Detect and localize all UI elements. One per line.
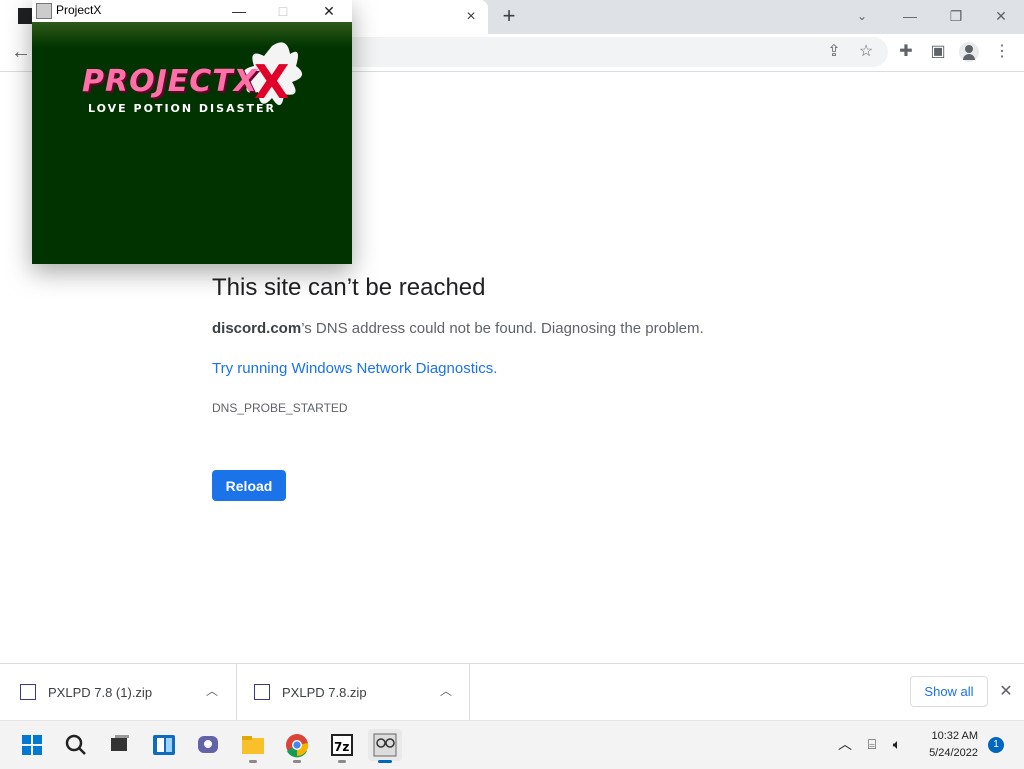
download-item[interactable]: PXLPD 7.8 (1).zip ︿ — [0, 664, 237, 721]
diagnostics-link[interactable]: Try running Windows Network Diagnostics — [212, 360, 493, 377]
projectx-window: ProjectX — □ ✕ X PROJECTX LOVE POTION DI… — [32, 0, 352, 264]
back-button[interactable]: ← — [10, 41, 32, 63]
diagnostics-line: Try running Windows Network Diagnostics. — [212, 360, 497, 377]
download-shelf: PXLPD 7.8 (1).zip ︿ PXLPD 7.8.zip ︿ Show… — [0, 663, 1024, 721]
tab-search-icon[interactable]: ⌄ — [852, 6, 872, 26]
notification-badge[interactable]: 1 — [988, 737, 1004, 753]
minimize-button[interactable]: — — [897, 4, 923, 28]
game-subtitle: LOVE POTION DISASTER — [88, 102, 276, 115]
download-filename: PXLPD 7.8 (1).zip — [48, 685, 153, 700]
download-item[interactable]: PXLPD 7.8.zip ︿ — [236, 664, 470, 721]
chevron-up-icon[interactable]: ︿ — [438, 683, 454, 699]
reload-button[interactable]: Reload — [212, 470, 286, 501]
chevron-up-icon[interactable]: ︿ — [836, 735, 854, 753]
restore-button[interactable]: ❐ — [943, 4, 969, 28]
active-indicator — [378, 760, 392, 763]
projectx-minimize-button[interactable]: — — [218, 0, 260, 22]
error-code: DNS_PROBE_STARTED — [212, 401, 348, 415]
projectx-game-canvas[interactable]: X PROJECTX LOVE POTION DISASTER — [32, 22, 352, 264]
chrome-icon[interactable] — [280, 729, 314, 763]
clock-time[interactable]: 10:32 AM — [912, 730, 978, 742]
start-icon[interactable] — [15, 729, 49, 761]
show-all-button[interactable]: Show all — [910, 676, 988, 707]
projectx-window-title: ProjectX — [56, 3, 102, 17]
star-icon[interactable]: ☆ — [856, 42, 876, 62]
close-window-button[interactable]: ✕ — [988, 4, 1014, 28]
projectx-close-button[interactable]: ✕ — [308, 0, 350, 22]
zip-file-icon — [254, 684, 270, 700]
extensions-icon[interactable]: ✚ — [896, 42, 916, 62]
tab-close-icon[interactable]: × — [461, 7, 481, 27]
svg-text:7z: 7z — [334, 740, 349, 754]
task-view-icon[interactable] — [102, 729, 136, 761]
svg-text:X: X — [254, 55, 289, 109]
menu-icon[interactable]: ⋮ — [992, 42, 1012, 62]
network-icon[interactable]: ⌸ — [863, 735, 881, 753]
widgets-icon[interactable] — [147, 729, 181, 761]
running-indicator — [293, 760, 301, 763]
download-filename: PXLPD 7.8.zip — [282, 685, 367, 700]
profile-icon[interactable] — [959, 42, 979, 62]
running-indicator — [249, 760, 257, 763]
game-logo: PROJECTX — [82, 64, 258, 99]
search-icon[interactable] — [59, 729, 93, 761]
zip-file-icon — [20, 684, 36, 700]
error-message-rest: ’s DNS address could not be found. Diagn… — [301, 320, 704, 337]
projectx-maximize-button: □ — [278, 3, 288, 19]
close-shelf-icon[interactable]: ✕ — [996, 682, 1016, 702]
chat-icon[interactable] — [191, 729, 225, 761]
projectx-app-icon — [36, 3, 52, 19]
taskbar: 7z ︿ ⌸ 🔈︎ 10:32 AM 5/24/2022 1 — [0, 720, 1024, 769]
volume-icon[interactable]: 🔈︎ — [888, 735, 906, 753]
error-domain: discord.com — [212, 320, 302, 337]
side-panel-icon[interactable]: ▣ — [928, 42, 948, 62]
projectx-icon[interactable] — [368, 729, 402, 763]
address-bar[interactable] — [340, 37, 888, 67]
clock-date[interactable]: 5/24/2022 — [912, 747, 978, 759]
error-title: This site can’t be reached — [212, 274, 486, 301]
running-indicator — [338, 760, 346, 763]
error-message: discord.com’s DNS address could not be f… — [212, 320, 704, 337]
share-icon[interactable]: ⇪ — [824, 42, 844, 62]
new-tab-button[interactable]: + — [498, 5, 520, 27]
file-explorer-icon[interactable] — [236, 729, 270, 763]
chevron-up-icon[interactable]: ︿ — [204, 683, 220, 699]
diagnostics-link-suffix: . — [493, 360, 498, 377]
projectx-titlebar[interactable]: ProjectX — □ ✕ — [32, 0, 352, 22]
7zip-icon[interactable]: 7z — [325, 729, 359, 763]
